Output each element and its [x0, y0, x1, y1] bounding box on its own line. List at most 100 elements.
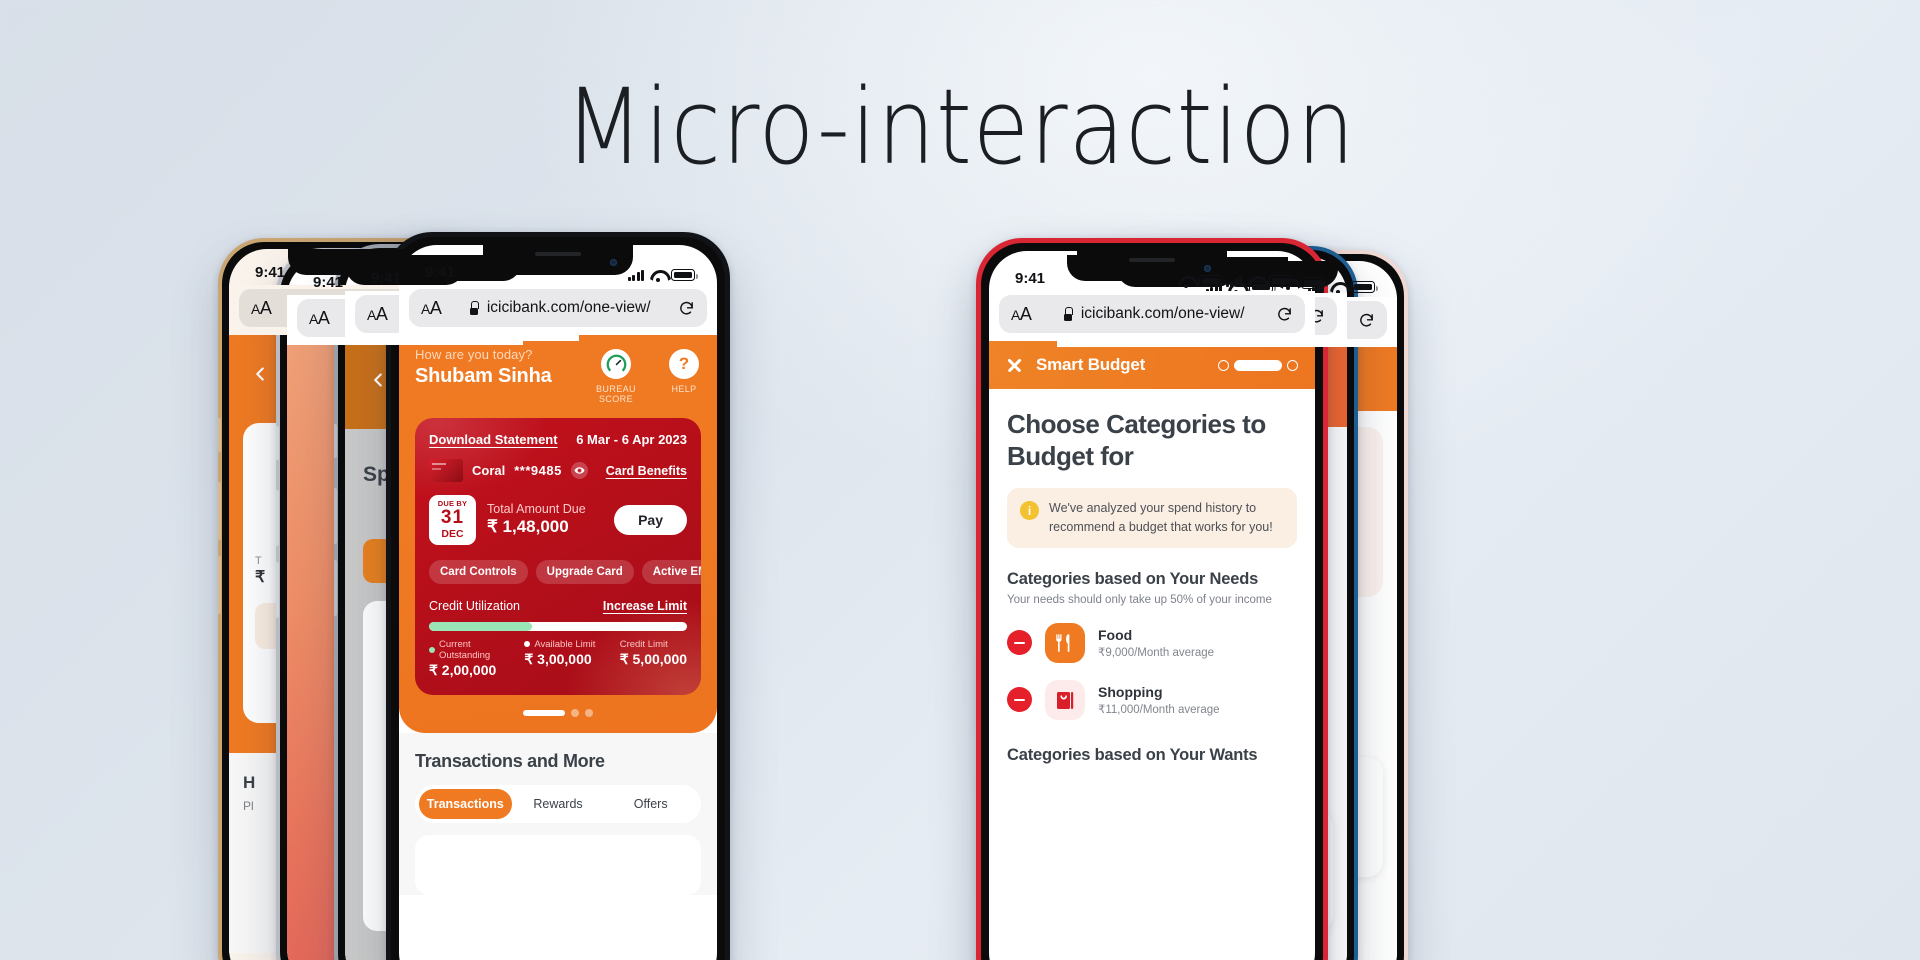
speedometer-icon: [601, 349, 631, 379]
phone-side-button[interactable]: [218, 556, 221, 614]
phone-side-button[interactable]: [218, 482, 221, 540]
transactions-section: Transactions and More Transactions Rewar…: [399, 732, 717, 895]
info-banner: i We've analyzed your spend history to r…: [1007, 488, 1297, 548]
minus-icon[interactable]: [1007, 687, 1032, 713]
text-size-icon[interactable]: AA: [309, 308, 330, 329]
reload-icon[interactable]: [678, 300, 695, 317]
legend-label: Available Limit: [534, 638, 596, 650]
reload-icon[interactable]: [1358, 312, 1375, 329]
category-row-shopping[interactable]: Shopping ₹11,000/Month average: [1007, 679, 1297, 720]
carousel-dot[interactable]: [571, 708, 579, 717]
url-bar[interactable]: AA icicibank.com/one-view/: [409, 289, 707, 327]
battery-icon: [1351, 281, 1378, 293]
info-text: We've analyzed your spend history to rec…: [1049, 501, 1273, 535]
one-view-hero: How are you today? Shubam Sinha BUREAU S…: [399, 335, 717, 733]
signal-bars-icon: [627, 269, 644, 281]
status-bar: 9:41: [399, 245, 717, 285]
legend-value: ₹ 2,00,000: [429, 661, 497, 678]
card-benefits-link[interactable]: Card Benefits: [606, 464, 687, 478]
url-bar[interactable]: AA icicibank.com/one-view/: [999, 295, 1305, 333]
phone-side-button[interactable]: [276, 490, 279, 546]
text-size-icon[interactable]: AA: [251, 298, 272, 319]
wifi-icon: [650, 270, 665, 282]
smart-budget-content: Choose Categories to Budget for i We've …: [989, 389, 1315, 765]
text-size-icon[interactable]: AA: [1011, 304, 1032, 325]
status-time: 9:41: [371, 270, 402, 287]
help-button[interactable]: ? HELP: [667, 349, 701, 404]
card-thumbnail-icon: [429, 459, 463, 482]
carousel-pagination[interactable]: [415, 708, 701, 717]
carousel-dot-active[interactable]: [523, 709, 565, 716]
wifi-icon: [1248, 276, 1263, 288]
smart-budget-header: Smart Budget: [989, 341, 1315, 389]
text-size-icon[interactable]: AA: [421, 298, 442, 319]
cutlery-icon: [1045, 622, 1085, 663]
card-name: Coral: [472, 463, 506, 478]
bureau-score-button[interactable]: BUREAU SCORE: [587, 349, 645, 404]
legend-current-outstanding: Current Outstanding ₹ 2,00,000: [429, 639, 524, 679]
battery-icon: [671, 269, 698, 281]
phone-side-button[interactable]: [276, 562, 279, 618]
text-size-icon[interactable]: AA: [367, 304, 388, 325]
phone-side-button[interactable]: [334, 488, 337, 544]
question-mark-icon: ?: [669, 349, 699, 379]
pay-button[interactable]: Pay: [614, 504, 687, 535]
phone-side-button[interactable]: [334, 560, 337, 616]
total-due-value: ₹ 1,48,000: [487, 517, 569, 537]
user-name: Shubam Sinha: [415, 365, 552, 387]
transaction-list-item[interactable]: [415, 834, 701, 895]
battery-icon: [1269, 275, 1296, 287]
step-indicator: [1218, 359, 1298, 371]
status-time: 9:41: [425, 264, 456, 281]
credit-utilization-label: Credit Utilization: [429, 598, 521, 613]
needs-section-heading: Categories based on Your Needs: [1007, 569, 1259, 588]
step-dot: [1218, 359, 1229, 371]
bureau-score-label: BUREAU SCORE: [596, 384, 636, 404]
carousel-dot[interactable]: [585, 708, 593, 717]
credit-card-summary: Download Statement 6 Mar - 6 Apr 2023 Co…: [415, 418, 701, 695]
card-controls-chip[interactable]: Card Controls: [429, 559, 528, 584]
legend-label: Current Outstanding: [438, 638, 491, 661]
info-icon: i: [1020, 501, 1039, 521]
url-text[interactable]: icicibank.com/one-view/: [1081, 305, 1245, 323]
increase-limit-link[interactable]: Increase Limit: [603, 599, 687, 613]
status-bar: 9:41: [989, 251, 1315, 291]
download-statement-link[interactable]: Download Statement: [429, 432, 558, 447]
eye-icon[interactable]: [570, 462, 588, 479]
close-icon[interactable]: [1006, 357, 1023, 374]
signal-bars-icon: [1225, 275, 1242, 287]
card-number: ***9485: [514, 463, 562, 478]
legend-label: Credit Limit: [619, 638, 668, 650]
statement-date-range: 6 Mar - 6 Apr 2023: [576, 432, 687, 447]
upgrade-card-chip[interactable]: Upgrade Card: [535, 559, 634, 584]
category-name: Shopping: [1098, 683, 1163, 700]
reload-icon[interactable]: [1276, 306, 1293, 323]
status-time: 9:41: [1015, 270, 1046, 287]
credit-legend: Current Outstanding ₹ 2,00,000 Available…: [429, 639, 687, 679]
category-row-food[interactable]: Food ₹9,000/Month average: [1007, 622, 1297, 663]
phone-side-button[interactable]: [218, 418, 221, 452]
phone-stage: 9:41 AA T ₹ H Pl 9:41 AA 9:41 AA Sp 9:41…: [0, 0, 1920, 960]
chevron-left-icon[interactable]: [249, 363, 271, 385]
category-average: ₹11,000/Month average: [1098, 703, 1220, 716]
active-emis-chip[interactable]: Active EMIs: [641, 559, 701, 584]
card-action-chips: Card Controls Upgrade Card Active EMIs: [429, 559, 701, 584]
lock-icon: [469, 301, 480, 315]
phone-side-button[interactable]: [334, 424, 337, 458]
smart-budget-screen: 9:41 AA icicibank.com/one-view/ Smart Bu…: [989, 251, 1315, 960]
tab-offers[interactable]: Offers: [604, 789, 697, 819]
step-active-bar: [1234, 359, 1282, 371]
legend-dot: [524, 641, 531, 648]
minus-icon[interactable]: [1007, 630, 1032, 656]
url-text[interactable]: icicibank.com/one-view/: [487, 299, 651, 317]
tab-transactions[interactable]: Transactions: [419, 788, 512, 819]
legend-credit-limit: Credit Limit ₹ 5,00,000: [620, 639, 687, 679]
due-month: DEC: [441, 527, 464, 540]
legend-available-limit: Available Limit ₹ 3,00,000: [524, 639, 619, 679]
needs-section-subtext: Your needs should only take up 50% of yo…: [1007, 593, 1272, 606]
legend-dot: [429, 646, 435, 653]
section-title: Transactions and More: [415, 750, 605, 771]
legend-value: ₹ 3,00,000: [524, 650, 592, 667]
phone-side-button[interactable]: [276, 426, 279, 460]
tab-rewards[interactable]: Rewards: [512, 789, 605, 819]
